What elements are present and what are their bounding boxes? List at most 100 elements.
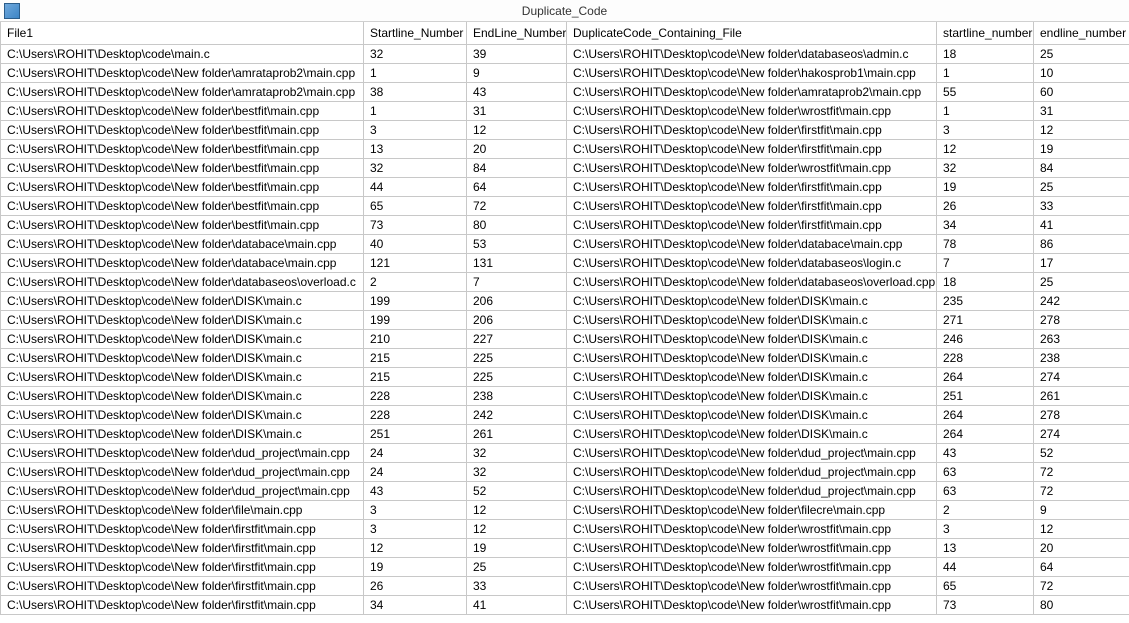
table-cell[interactable]: 206 xyxy=(467,291,567,310)
table-cell[interactable]: C:\Users\ROHIT\Desktop\code\main.c xyxy=(1,44,364,63)
table-row[interactable]: C:\Users\ROHIT\Desktop\code\New folder\d… xyxy=(1,253,1129,272)
table-cell[interactable]: C:\Users\ROHIT\Desktop\code\New folder\d… xyxy=(1,462,364,481)
table-cell[interactable]: 65 xyxy=(364,196,467,215)
table-cell[interactable]: C:\Users\ROHIT\Desktop\code\New folder\D… xyxy=(1,329,364,348)
table-cell[interactable]: 80 xyxy=(1034,595,1129,614)
table-cell[interactable]: C:\Users\ROHIT\Desktop\code\New folder\a… xyxy=(567,82,937,101)
table-cell[interactable]: 10 xyxy=(1034,63,1129,82)
table-row[interactable]: C:\Users\ROHIT\Desktop\code\New folder\f… xyxy=(1,500,1129,519)
table-cell[interactable]: C:\Users\ROHIT\Desktop\code\New folder\w… xyxy=(567,576,937,595)
table-cell[interactable]: C:\Users\ROHIT\Desktop\code\New folder\D… xyxy=(1,424,364,443)
table-cell[interactable]: C:\Users\ROHIT\Desktop\code\New folder\a… xyxy=(1,82,364,101)
table-cell[interactable]: 121 xyxy=(364,253,467,272)
table-cell[interactable]: 63 xyxy=(937,481,1034,500)
table-row[interactable]: C:\Users\ROHIT\Desktop\code\New folder\f… xyxy=(1,538,1129,557)
table-row[interactable]: C:\Users\ROHIT\Desktop\code\New folder\d… xyxy=(1,234,1129,253)
table-cell[interactable]: 12 xyxy=(1034,519,1129,538)
table-cell[interactable]: 274 xyxy=(1034,424,1129,443)
table-cell[interactable]: 1 xyxy=(364,63,467,82)
table-cell[interactable]: 73 xyxy=(364,215,467,234)
table-cell[interactable]: 242 xyxy=(467,405,567,424)
table-cell[interactable]: 31 xyxy=(1034,101,1129,120)
table-cell[interactable]: 264 xyxy=(937,424,1034,443)
table-cell[interactable]: C:\Users\ROHIT\Desktop\code\New folder\f… xyxy=(567,196,937,215)
table-cell[interactable]: C:\Users\ROHIT\Desktop\code\New folder\D… xyxy=(567,405,937,424)
table-cell[interactable]: 1 xyxy=(937,63,1034,82)
table-cell[interactable]: 206 xyxy=(467,310,567,329)
table-cell[interactable]: 3 xyxy=(364,519,467,538)
table-cell[interactable]: 271 xyxy=(937,310,1034,329)
table-cell[interactable]: 7 xyxy=(937,253,1034,272)
table-cell[interactable]: 242 xyxy=(1034,291,1129,310)
table-cell[interactable]: 32 xyxy=(364,158,467,177)
table-cell[interactable]: 19 xyxy=(364,557,467,576)
table-cell[interactable]: C:\Users\ROHIT\Desktop\code\New folder\d… xyxy=(1,443,364,462)
table-cell[interactable]: 24 xyxy=(364,443,467,462)
table-cell[interactable]: 251 xyxy=(364,424,467,443)
table-cell[interactable]: C:\Users\ROHIT\Desktop\code\New folder\D… xyxy=(1,386,364,405)
table-cell[interactable]: C:\Users\ROHIT\Desktop\code\New folder\b… xyxy=(1,196,364,215)
table-cell[interactable]: C:\Users\ROHIT\Desktop\code\New folder\d… xyxy=(1,253,364,272)
table-cell[interactable]: C:\Users\ROHIT\Desktop\code\New folder\D… xyxy=(1,310,364,329)
table-cell[interactable]: 12 xyxy=(467,519,567,538)
table-cell[interactable]: 25 xyxy=(1034,44,1129,63)
table-cell[interactable]: C:\Users\ROHIT\Desktop\code\New folder\w… xyxy=(567,158,937,177)
table-cell[interactable]: 263 xyxy=(1034,329,1129,348)
table-cell[interactable]: C:\Users\ROHIT\Desktop\code\New folder\f… xyxy=(567,177,937,196)
table-cell[interactable]: 274 xyxy=(1034,367,1129,386)
col-header-dupfile[interactable]: DuplicateCode_Containing_File xyxy=(567,22,937,44)
table-cell[interactable]: 84 xyxy=(1034,158,1129,177)
table-row[interactable]: C:\Users\ROHIT\Desktop\code\New folder\D… xyxy=(1,424,1129,443)
table-cell[interactable]: C:\Users\ROHIT\Desktop\code\New folder\d… xyxy=(1,272,364,291)
table-cell[interactable]: 12 xyxy=(467,120,567,139)
table-cell[interactable]: C:\Users\ROHIT\Desktop\code\New folder\f… xyxy=(1,500,364,519)
table-cell[interactable]: C:\Users\ROHIT\Desktop\code\New folder\w… xyxy=(567,101,937,120)
table-cell[interactable]: 19 xyxy=(467,538,567,557)
table-cell[interactable]: C:\Users\ROHIT\Desktop\code\New folder\d… xyxy=(567,462,937,481)
table-cell[interactable]: 25 xyxy=(1034,272,1129,291)
table-cell[interactable]: 39 xyxy=(467,44,567,63)
table-cell[interactable]: 228 xyxy=(937,348,1034,367)
table-row[interactable]: C:\Users\ROHIT\Desktop\code\New folder\d… xyxy=(1,443,1129,462)
table-cell[interactable]: 278 xyxy=(1034,405,1129,424)
table-row[interactable]: C:\Users\ROHIT\Desktop\code\New folder\b… xyxy=(1,215,1129,234)
table-cell[interactable]: 251 xyxy=(937,386,1034,405)
table-cell[interactable]: 215 xyxy=(364,348,467,367)
table-cell[interactable]: C:\Users\ROHIT\Desktop\code\New folder\f… xyxy=(1,538,364,557)
table-cell[interactable]: 72 xyxy=(1034,481,1129,500)
table-cell[interactable]: C:\Users\ROHIT\Desktop\code\New folder\h… xyxy=(567,63,937,82)
table-cell[interactable]: C:\Users\ROHIT\Desktop\code\New folder\b… xyxy=(1,101,364,120)
table-row[interactable]: C:\Users\ROHIT\Desktop\code\New folder\a… xyxy=(1,82,1129,101)
table-cell[interactable]: 18 xyxy=(937,272,1034,291)
table-cell[interactable]: 65 xyxy=(937,576,1034,595)
table-cell[interactable]: 12 xyxy=(937,139,1034,158)
col-header-startline[interactable]: Startline_Number xyxy=(364,22,467,44)
table-row[interactable]: C:\Users\ROHIT\Desktop\code\New folder\D… xyxy=(1,329,1129,348)
table-cell[interactable]: C:\Users\ROHIT\Desktop\code\New folder\a… xyxy=(1,63,364,82)
table-cell[interactable]: C:\Users\ROHIT\Desktop\code\New folder\f… xyxy=(1,519,364,538)
table-cell[interactable]: 53 xyxy=(467,234,567,253)
table-cell[interactable]: 26 xyxy=(364,576,467,595)
table-row[interactable]: C:\Users\ROHIT\Desktop\code\New folder\D… xyxy=(1,348,1129,367)
table-cell[interactable]: 31 xyxy=(467,101,567,120)
table-cell[interactable]: 63 xyxy=(937,462,1034,481)
table-cell[interactable]: 225 xyxy=(467,348,567,367)
table-cell[interactable]: 131 xyxy=(467,253,567,272)
table-cell[interactable]: 64 xyxy=(467,177,567,196)
table-cell[interactable]: 44 xyxy=(937,557,1034,576)
table-cell[interactable]: 43 xyxy=(937,443,1034,462)
table-cell[interactable]: C:\Users\ROHIT\Desktop\code\New folder\D… xyxy=(567,329,937,348)
table-cell[interactable]: 55 xyxy=(937,82,1034,101)
table-cell[interactable]: C:\Users\ROHIT\Desktop\code\New folder\D… xyxy=(567,310,937,329)
table-cell[interactable]: 7 xyxy=(467,272,567,291)
table-cell[interactable]: C:\Users\ROHIT\Desktop\code\New folder\f… xyxy=(1,595,364,614)
table-row[interactable]: C:\Users\ROHIT\Desktop\code\New folder\D… xyxy=(1,405,1129,424)
table-cell[interactable]: C:\Users\ROHIT\Desktop\code\New folder\b… xyxy=(1,215,364,234)
table-row[interactable]: C:\Users\ROHIT\Desktop\code\New folder\b… xyxy=(1,120,1129,139)
table-cell[interactable]: C:\Users\ROHIT\Desktop\code\New folder\D… xyxy=(1,348,364,367)
table-cell[interactable]: 72 xyxy=(1034,462,1129,481)
table-cell[interactable]: 228 xyxy=(364,386,467,405)
table-row[interactable]: C:\Users\ROHIT\Desktop\code\New folder\d… xyxy=(1,272,1129,291)
table-cell[interactable]: 41 xyxy=(1034,215,1129,234)
table-cell[interactable]: 25 xyxy=(467,557,567,576)
